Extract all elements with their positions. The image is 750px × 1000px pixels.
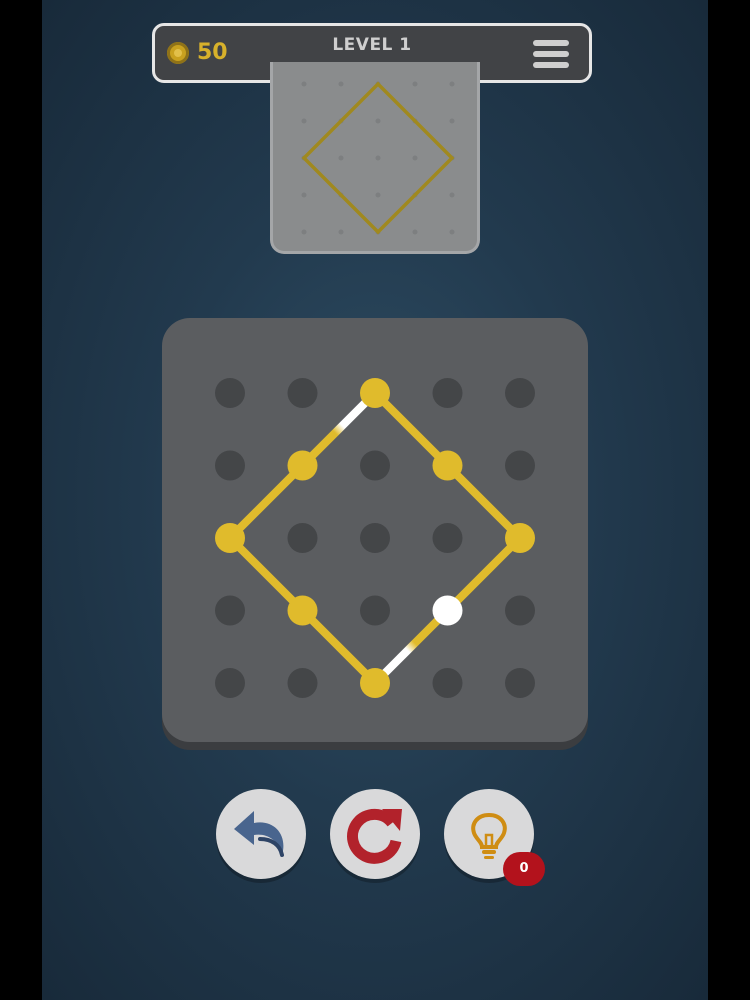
preview-dot (412, 229, 418, 235)
grid-dot[interactable] (505, 378, 535, 408)
preview-dot (449, 81, 455, 87)
connected-dot[interactable] (505, 523, 535, 553)
connected-dot[interactable] (215, 523, 245, 553)
preview-dot (338, 81, 344, 87)
connected-dot[interactable] (360, 668, 390, 698)
grid-dot[interactable] (505, 668, 535, 698)
drawn-segment (226, 461, 307, 542)
drawn-segment (443, 534, 524, 615)
active-dot[interactable] (432, 595, 463, 626)
game-screen: 50 LEVEL 1 0 (42, 0, 708, 1000)
undo-button[interactable] (216, 789, 306, 879)
grid-dot[interactable] (287, 668, 318, 698)
drawn-segment (371, 606, 452, 687)
target-preview-grid (301, 81, 455, 235)
grid-dot[interactable] (432, 523, 463, 553)
preview-dot (375, 118, 381, 124)
grid-dot[interactable] (287, 378, 318, 408)
preview-dot (412, 81, 418, 87)
hint-count-badge: 0 (503, 852, 545, 886)
grid-dot[interactable] (287, 523, 318, 553)
preview-dot (301, 229, 307, 235)
preview-dot (449, 192, 455, 198)
grid-dot[interactable] (505, 450, 535, 481)
preview-dot (338, 155, 344, 161)
hamburger-menu-icon[interactable] (533, 38, 571, 70)
connected-dot[interactable] (432, 450, 463, 481)
preview-dot (301, 81, 307, 87)
undo-arrow-icon (234, 811, 284, 857)
preview-dot (449, 229, 455, 235)
grid-dot[interactable] (505, 595, 535, 626)
connected-dot[interactable] (360, 378, 390, 408)
grid-dot[interactable] (432, 668, 463, 698)
grid-dot[interactable] (360, 523, 390, 553)
grid-dot[interactable] (360, 450, 390, 481)
connected-dot[interactable] (287, 450, 318, 481)
level-label: LEVEL 1 (332, 35, 412, 55)
grid-dot[interactable] (215, 378, 245, 408)
puzzle-board[interactable] (162, 318, 588, 742)
grid-dot[interactable] (215, 450, 245, 481)
grid-dot[interactable] (215, 595, 245, 626)
restart-button[interactable] (330, 789, 420, 879)
puzzle-grid[interactable] (162, 318, 588, 742)
preview-dot (375, 155, 381, 161)
grid-dot[interactable] (360, 595, 390, 626)
grid-dot[interactable] (432, 378, 463, 408)
preview-dot (338, 229, 344, 235)
preview-dot (375, 192, 381, 198)
drawn-segment (298, 389, 379, 470)
grid-dot[interactable] (215, 668, 245, 698)
target-preview (270, 62, 480, 254)
restart-arrow-icon (347, 808, 402, 864)
preview-dot (301, 118, 307, 124)
preview-dot (412, 155, 418, 161)
connected-dot[interactable] (287, 595, 318, 626)
preview-dot (449, 118, 455, 124)
preview-dot (301, 192, 307, 198)
